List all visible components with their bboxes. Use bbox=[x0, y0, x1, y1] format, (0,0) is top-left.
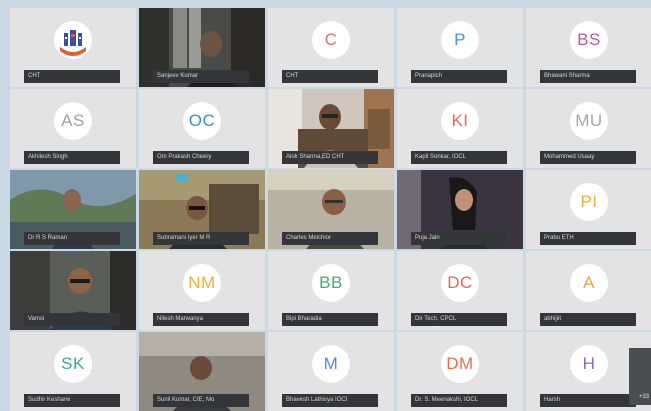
participant-name: Dir Tech, CPCL bbox=[411, 313, 507, 326]
participant-name: CHT bbox=[24, 70, 120, 83]
video-conference-window: CHT Sanjeev Kumar C CHT P Pranapich BS B… bbox=[0, 0, 651, 411]
participant-name: Vamsi bbox=[24, 313, 120, 326]
initials-avatar: H bbox=[570, 344, 608, 383]
more-participants-button[interactable]: +33 bbox=[629, 348, 651, 405]
participant-tile[interactable]: DC Dir Tech, CPCL bbox=[397, 251, 523, 330]
participant-tile[interactable]: PI Prabu ETH bbox=[526, 170, 651, 249]
participant-name: Sudhir Kesharw bbox=[24, 394, 120, 407]
initials-avatar: KI bbox=[441, 101, 479, 140]
participant-name: Mohammed Usaay bbox=[540, 151, 636, 164]
participant-tile-video[interactable]: Subramani Iyer M R bbox=[139, 170, 265, 249]
participant-tile[interactable]: M Bhavesh Lathisya IOCI bbox=[268, 332, 394, 411]
participant-name: Dr. S. Meenakshi, IOCL bbox=[411, 394, 507, 407]
participant-name: Puja Jain bbox=[411, 232, 507, 245]
participant-tile-video[interactable]: Alok Sharma,ED CHT bbox=[268, 89, 394, 168]
participant-name: abhijiit bbox=[540, 313, 636, 326]
initials-avatar: SK bbox=[54, 344, 92, 383]
participant-tile[interactable]: AS Akhilesh Singh bbox=[10, 89, 136, 168]
initials-avatar: OC bbox=[183, 101, 221, 140]
participant-tile-video[interactable]: Puja Jain bbox=[397, 170, 523, 249]
initials-avatar: PI bbox=[570, 182, 608, 221]
participant-tile[interactable]: MU Mohammed Usaay bbox=[526, 89, 651, 168]
initials-avatar: C bbox=[312, 20, 350, 59]
participant-name: Bhawani Sharma bbox=[540, 70, 636, 83]
participant-name: Om Prakash Cheery bbox=[153, 151, 249, 164]
participant-name: Subramani Iyer M R bbox=[153, 232, 249, 245]
participant-name: CHT bbox=[282, 70, 378, 83]
initials-avatar: A bbox=[570, 263, 608, 302]
participant-tile[interactable]: BB Bipi Bharadia bbox=[268, 251, 394, 330]
initials-avatar: DM bbox=[441, 344, 479, 383]
participant-tile[interactable]: CHT bbox=[10, 8, 136, 87]
participant-tile-video[interactable]: Dr R S Raman bbox=[10, 170, 136, 249]
initials-avatar: MU bbox=[570, 101, 608, 140]
participant-tile[interactable]: NM Nilesh Marwanya bbox=[139, 251, 265, 330]
participant-name: Charles Melchior bbox=[282, 232, 378, 245]
participant-name: Akhilesh Singh bbox=[24, 151, 120, 164]
participant-name: Pranapich bbox=[411, 70, 507, 83]
initials-avatar: P bbox=[441, 20, 479, 59]
participant-name: Alok Sharma,ED CHT bbox=[282, 151, 378, 164]
initials-avatar: DC bbox=[441, 263, 479, 302]
participant-tile-video[interactable]: Sunil Kumar, CIE, Mo bbox=[139, 332, 265, 411]
participant-tile-video[interactable]: Charles Melchior bbox=[268, 170, 394, 249]
participant-tile[interactable]: P Pranapich bbox=[397, 8, 523, 87]
participant-name: Bipi Bharadia bbox=[282, 313, 378, 326]
participant-name: Bhavesh Lathisya IOCI bbox=[282, 394, 378, 407]
participant-name: Sunil Kumar, CIE, Mo bbox=[153, 394, 249, 407]
participant-name: Kapil Sonkar, IOCL bbox=[411, 151, 507, 164]
organization-logo-icon bbox=[54, 20, 92, 59]
initials-avatar: AS bbox=[54, 101, 92, 140]
participant-tile-video[interactable]: Sanjeev Kumar bbox=[139, 8, 265, 87]
participant-tile[interactable]: SK Sudhir Kesharw bbox=[10, 332, 136, 411]
participant-name: Nilesh Marwanya bbox=[153, 313, 249, 326]
participant-name: Sanjeev Kumar bbox=[153, 70, 249, 83]
participant-name: Prabu ETH bbox=[540, 232, 636, 245]
participant-tile[interactable]: BS Bhawani Sharma bbox=[526, 8, 651, 87]
participant-name: Dr R S Raman bbox=[24, 232, 120, 245]
initials-avatar: NM bbox=[183, 263, 221, 302]
participant-grid: CHT Sanjeev Kumar C CHT P Pranapich BS B… bbox=[10, 8, 651, 411]
initials-avatar: BS bbox=[570, 20, 608, 59]
more-participants-count: +33 bbox=[638, 394, 649, 400]
participant-tile-video[interactable]: Vamsi bbox=[10, 251, 136, 330]
participant-name: Harsh bbox=[540, 394, 636, 407]
initials-avatar: M bbox=[312, 344, 350, 383]
initials-avatar: BB bbox=[312, 263, 350, 302]
participant-tile[interactable]: DM Dr. S. Meenakshi, IOCL bbox=[397, 332, 523, 411]
participant-tile[interactable]: C CHT bbox=[268, 8, 394, 87]
participant-tile[interactable]: KI Kapil Sonkar, IOCL bbox=[397, 89, 523, 168]
participant-tile[interactable]: A abhijiit bbox=[526, 251, 651, 330]
participant-tile[interactable]: OC Om Prakash Cheery bbox=[139, 89, 265, 168]
